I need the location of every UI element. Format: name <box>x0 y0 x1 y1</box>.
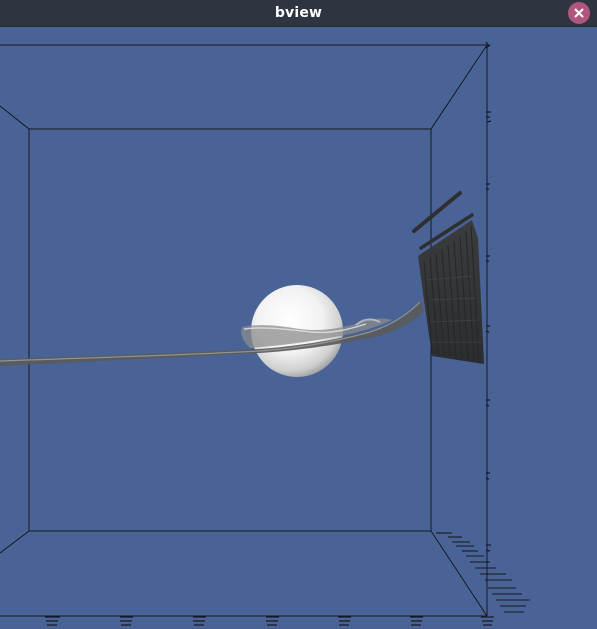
app-window: bview <box>0 0 597 629</box>
close-icon <box>574 8 584 18</box>
window-title: bview <box>274 5 323 21</box>
corner-axis-ticks <box>436 532 530 613</box>
bottom-axis-ticks <box>45 616 494 626</box>
close-button[interactable] <box>568 2 590 24</box>
title-bar[interactable]: bview <box>0 0 597 27</box>
ribbon-trail <box>0 300 424 366</box>
scene-canvas[interactable] <box>0 27 597 629</box>
3d-viewport[interactable] <box>0 27 597 629</box>
